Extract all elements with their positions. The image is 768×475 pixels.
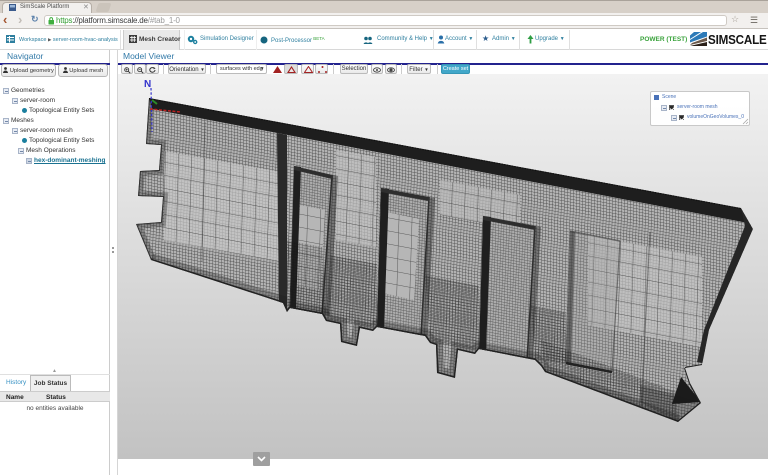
svg-text:N: N <box>144 79 151 90</box>
